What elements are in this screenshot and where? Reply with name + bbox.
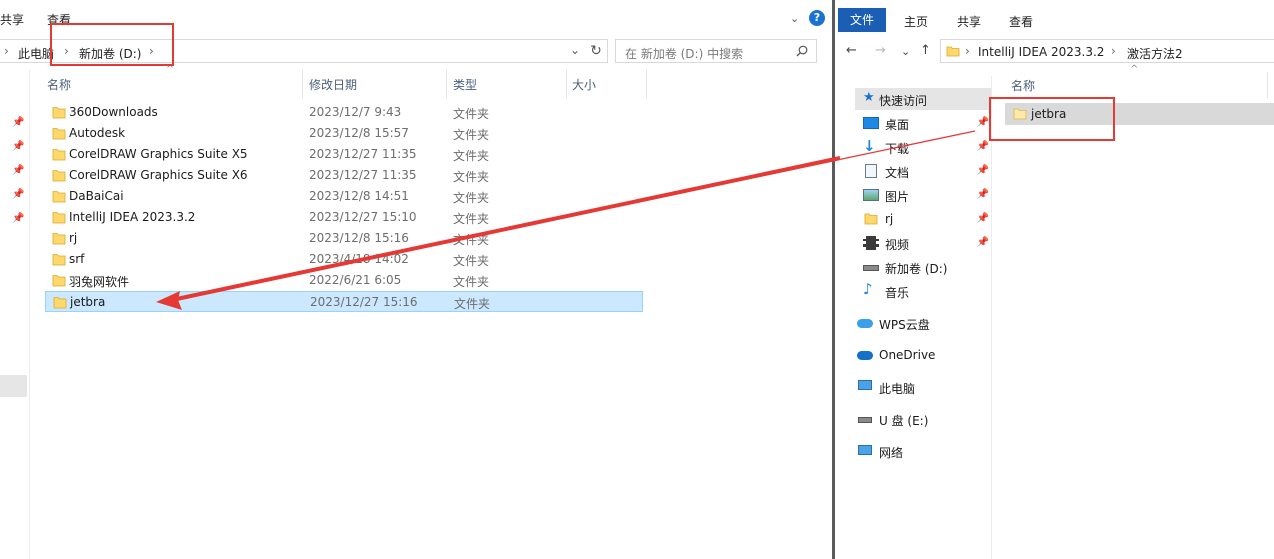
annotation-arrow	[156, 130, 976, 310]
